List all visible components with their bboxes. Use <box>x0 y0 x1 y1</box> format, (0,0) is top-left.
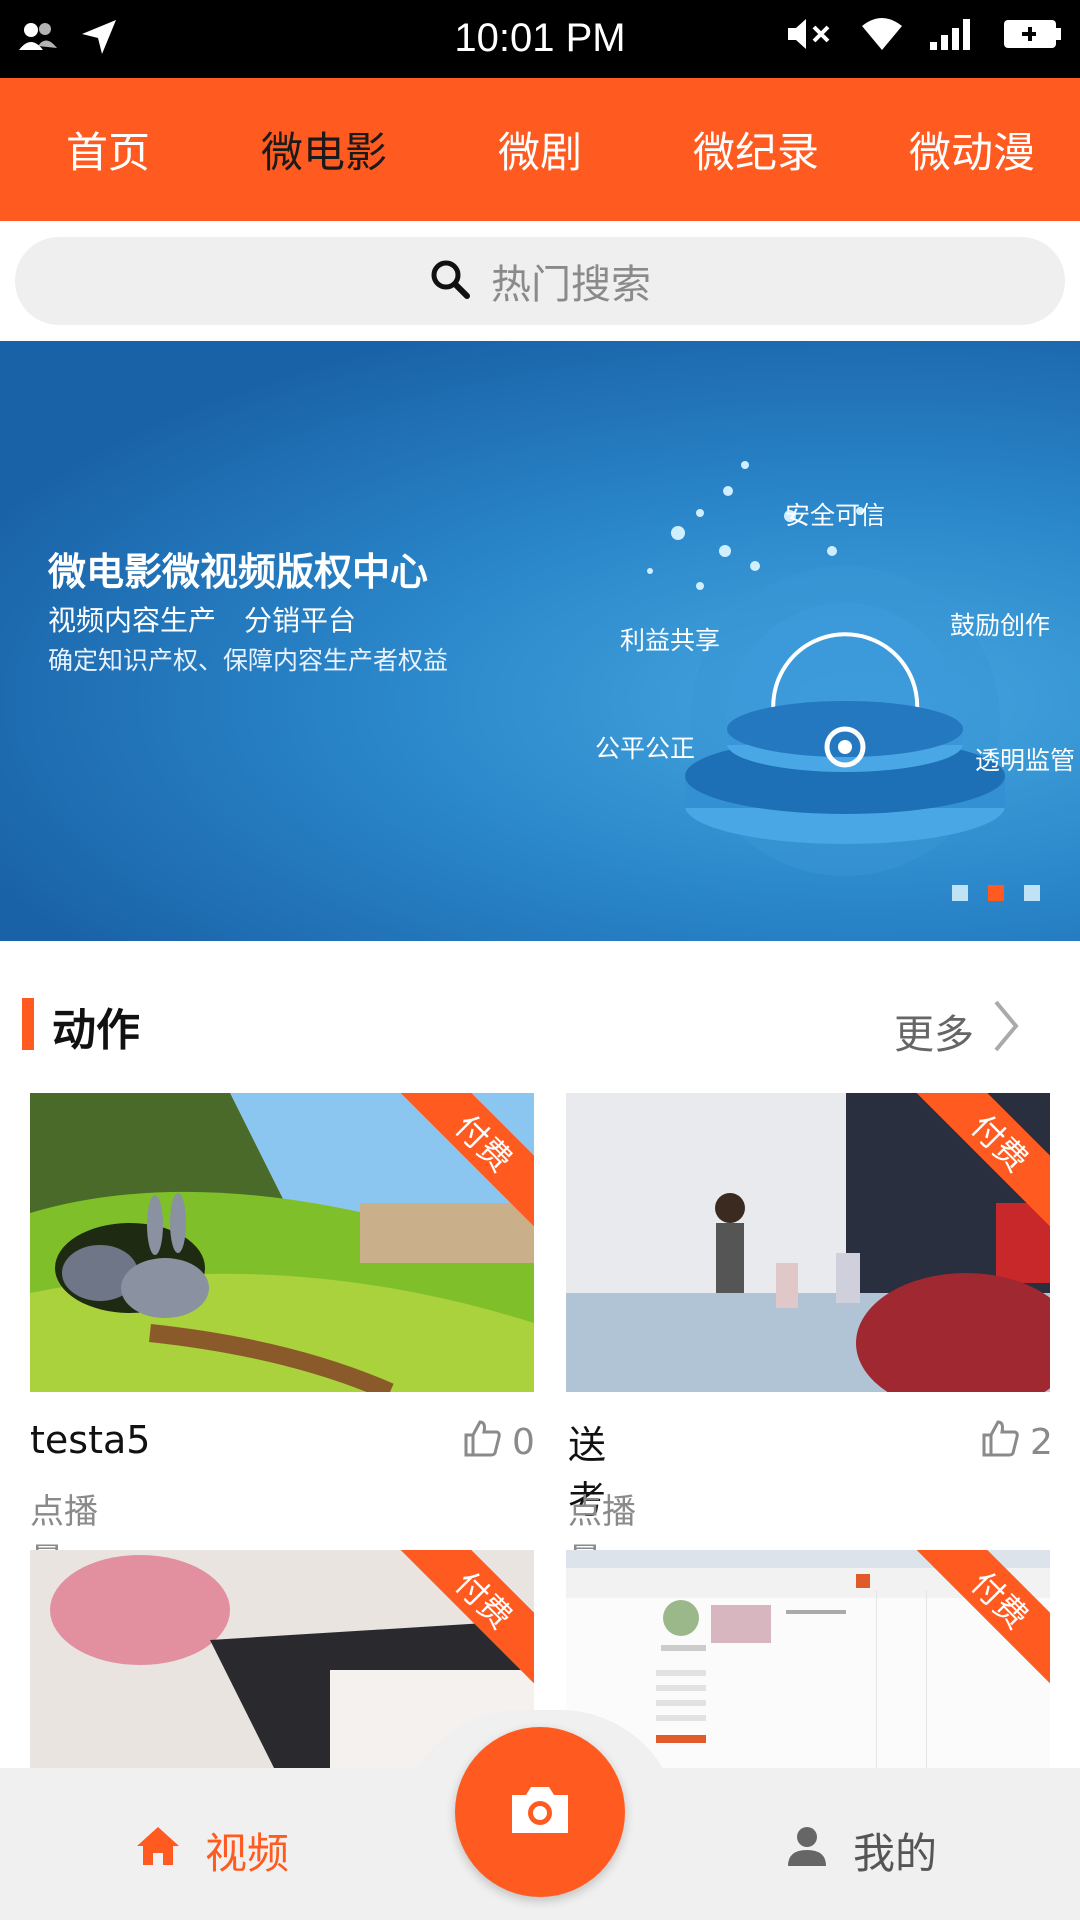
tab-micro-film[interactable]: 微电影 <box>216 78 432 221</box>
carousel-dot[interactable] <box>1024 885 1040 901</box>
section-header: 动作 更多 <box>0 970 1080 1070</box>
thumbs-up-icon <box>980 1418 1020 1467</box>
top-nav: 首页 微电影 微剧 微纪录 微动漫 <box>0 78 1080 221</box>
signal-icon <box>928 16 976 56</box>
camera-icon <box>508 1783 572 1841</box>
nav-mine-label: 我的 <box>853 1829 938 1878</box>
banner-title: 微电影微视频版权中心 <box>48 550 429 594</box>
banner-label: 鼓励创作 <box>950 611 1051 640</box>
banner-tagline: 确定知识产权、保障内容生产者权益 <box>48 646 449 675</box>
more-label: 更多 <box>894 1012 974 1058</box>
more-button[interactable]: 更多 <box>894 998 1020 1064</box>
like-button[interactable]: 0 <box>462 1418 535 1467</box>
search-input[interactable]: 热门搜索 <box>15 237 1065 325</box>
tab-micro-anime[interactable]: 微动漫 <box>864 78 1080 221</box>
banner-label: 安全可信 <box>785 501 886 530</box>
mute-icon <box>786 16 836 56</box>
thumbs-up-icon <box>462 1418 502 1467</box>
banner-label: 公平公正 <box>595 734 696 763</box>
tab-micro-drama[interactable]: 微剧 <box>432 78 648 221</box>
banner-carousel[interactable]: 微电影微视频版权中心 视频内容生产 分销平台 确定知识产权、保障内容生产者权益 … <box>0 341 1080 941</box>
video-thumbnail[interactable]: 付费 <box>566 1093 1050 1392</box>
home-icon <box>135 1825 181 1877</box>
video-title[interactable]: testa5 <box>30 1418 150 1462</box>
nav-mine[interactable]: 我的 <box>785 1820 937 1881</box>
tab-home[interactable]: 首页 <box>0 78 216 221</box>
person-icon <box>785 1824 829 1878</box>
banner-subtitle: 视频内容生产 分销平台 <box>48 604 357 637</box>
like-count: 0 <box>512 1422 535 1463</box>
search-area: 热门搜索 <box>0 221 1080 341</box>
video-thumbnail[interactable]: 付费 <box>30 1093 534 1392</box>
carousel-dot-active[interactable] <box>988 885 1004 901</box>
section-accent-bar <box>22 998 34 1050</box>
search-placeholder: 热门搜索 <box>491 262 651 308</box>
camera-button[interactable] <box>455 1727 625 1897</box>
banner-label: 利益共享 <box>620 626 721 655</box>
carousel-indicator <box>952 885 1040 901</box>
chevron-right-icon <box>992 998 1020 1064</box>
like-button[interactable]: 2 <box>980 1418 1053 1467</box>
nav-video[interactable]: 视频 <box>135 1820 289 1881</box>
banner-label: 透明监管 <box>975 746 1076 775</box>
search-icon <box>429 258 471 304</box>
section-title: 动作 <box>52 1005 140 1056</box>
battery-icon <box>1000 16 1062 56</box>
tab-micro-documentary[interactable]: 微纪录 <box>648 78 864 221</box>
wifi-icon <box>860 16 904 56</box>
like-count: 2 <box>1030 1422 1053 1463</box>
nav-video-label: 视频 <box>205 1829 290 1878</box>
carousel-dot[interactable] <box>952 885 968 901</box>
status-bar: 10:01 PM <box>0 0 1080 78</box>
